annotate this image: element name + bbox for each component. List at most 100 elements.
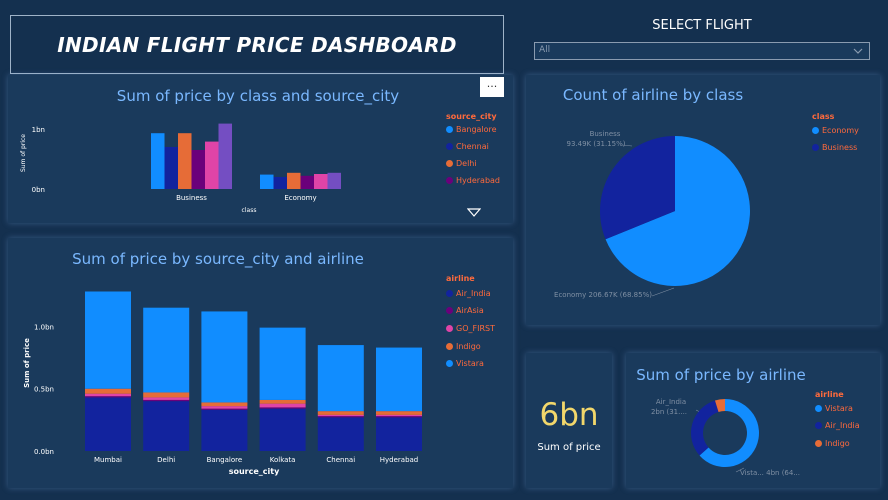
legend-item-chennai[interactable]: Chennai [446, 142, 489, 151]
legend-item-hyderabad[interactable]: Hyderabad [446, 176, 500, 185]
panel-airline-class: Count of airline by class Business 93.49… [526, 75, 880, 325]
kpi-label: Sum of price [537, 442, 601, 453]
x-tick-label: Kolkata [270, 456, 296, 464]
panel-price-city-airline: Sum of price by source_city and airline … [8, 238, 513, 488]
bar-segment [259, 399, 306, 404]
page-title: INDIAN FLIGHT PRICE DASHBOARD [57, 32, 457, 57]
bar-segment [85, 396, 131, 398]
bar [191, 150, 205, 189]
y-tick-label: 0bn [32, 186, 45, 194]
bar [287, 172, 301, 189]
bar-segment [376, 411, 422, 415]
legend-item-vistara[interactable]: Vistara [815, 404, 853, 413]
flight-slicer: SELECT FLIGHT All [534, 14, 870, 62]
bar-segment [376, 416, 422, 418]
legend-dot [446, 307, 453, 314]
legend-title: class [812, 112, 835, 121]
bar-segment [201, 408, 248, 410]
legend-label: GO_FIRST [456, 324, 495, 333]
x-axis-label: source_city [229, 467, 280, 476]
donut-slice-air-india [691, 400, 719, 456]
pie-label-business-value: 93.49K (31.15%) [566, 140, 625, 148]
x-tick-label: Economy [284, 194, 316, 202]
legend-label: Vistara [456, 359, 484, 368]
bar-segment [317, 417, 364, 451]
slicer-dropdown[interactable]: All [534, 42, 870, 60]
bar-segment [317, 416, 364, 418]
legend-item-delhi[interactable]: Delhi [446, 159, 477, 168]
chart-area: 0.0bn 0.5bn 1.0bnSum of price Mumbai Delhi Ba… [23, 291, 422, 476]
legend-item-air-india[interactable]: Air_India [815, 421, 860, 430]
legend-label: Chennai [456, 142, 489, 151]
x-tick-label: Business [176, 194, 207, 202]
y-axis-label: Sum of price [20, 134, 27, 172]
donut-label-air-india-name: Air_India [656, 398, 686, 406]
donut-label-vistara: Vista... 4bn (64... [740, 469, 800, 477]
pie-label-economy: Economy 206.67K (68.85%) [554, 291, 652, 299]
legend-label: Indigo [825, 439, 850, 448]
legend-label: Economy [822, 126, 859, 135]
bar-segment [317, 345, 364, 412]
bar-segment [85, 397, 131, 451]
legend-label: Air_India [456, 289, 491, 298]
legend-label: Indigo [456, 342, 481, 351]
bar-segment [143, 401, 190, 451]
slicer-label: SELECT FLIGHT [652, 18, 752, 33]
bar-segment [85, 388, 131, 394]
x-tick-label: Chennai [326, 456, 355, 464]
bar-segment [201, 311, 248, 403]
bar [273, 177, 287, 189]
bar [218, 123, 232, 189]
legend-label: Delhi [456, 159, 477, 168]
bar [178, 133, 192, 189]
title-banner: INDIAN FLIGHT PRICE DASHBOARD [10, 15, 504, 74]
legend-dot [446, 343, 453, 350]
legend-item-airasia[interactable]: AirAsia [446, 306, 484, 315]
bar-segment [201, 409, 248, 451]
bar [260, 174, 274, 189]
legend-label: Business [822, 143, 858, 152]
x-tick-label: Mumbai [94, 456, 122, 464]
legend-dot [446, 290, 453, 297]
bar-segment [376, 417, 422, 451]
legend-dot [812, 144, 819, 151]
bar-segment [259, 407, 306, 409]
bar [205, 141, 219, 189]
legend-dot [446, 177, 453, 184]
legend-dot [446, 160, 453, 167]
bar [151, 133, 165, 189]
pie-leader-line [651, 287, 675, 297]
legend-item-air-india[interactable]: Air_India [446, 289, 491, 298]
bar-segment [259, 403, 306, 408]
bar-segment [143, 399, 190, 402]
y-tick-label: 1.0bn [34, 323, 54, 331]
bar-segment [85, 291, 131, 389]
legend-item-go-first[interactable]: GO_FIRST [446, 324, 495, 333]
legend-label: Air_India [825, 421, 860, 430]
bar [314, 174, 328, 189]
slicer-value: All [539, 45, 551, 55]
y-axis-label: Sum of price [23, 338, 31, 388]
legend-title: source_city [446, 112, 497, 121]
panel-price-airline: Sum of price by airline Air_India 2bn (3… [626, 353, 880, 488]
bar-segment [201, 402, 248, 407]
bar-segment [376, 347, 422, 412]
legend-item-indigo[interactable]: Indigo [815, 439, 850, 448]
bar-segment [85, 393, 131, 397]
scroll-down-icon[interactable] [466, 203, 482, 222]
legend-item-economy[interactable]: Economy [812, 126, 859, 135]
legend-dot [446, 126, 453, 133]
y-tick-label: 0.5bn [34, 386, 54, 394]
bar-segment [376, 414, 422, 417]
bar [300, 175, 314, 189]
bar-segment [143, 392, 190, 398]
legend-item-indigo[interactable]: Indigo [446, 342, 481, 351]
legend-item-vistara[interactable]: Vistara [446, 359, 484, 368]
legend-item-business[interactable]: Business [812, 143, 857, 152]
legend-item-bangalore[interactable]: Bangalore [446, 125, 497, 134]
bar-segment [317, 411, 364, 415]
legend-dot [815, 440, 822, 447]
legend-label: Vistara [825, 404, 853, 413]
bar-segment [317, 414, 364, 417]
pie-label-business-name: Business [590, 130, 621, 138]
